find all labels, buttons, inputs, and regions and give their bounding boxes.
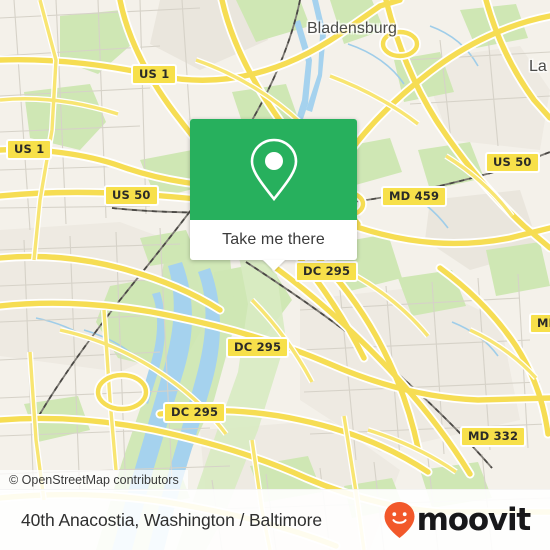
- moovit-smiley-pin-icon: [384, 502, 415, 538]
- station-callout[interactable]: Take me there: [190, 119, 357, 271]
- road-shield: MD 332: [460, 426, 527, 447]
- road-shield: DC 295: [226, 337, 290, 358]
- moovit-wordmark: moovit: [416, 501, 532, 538]
- map-attribution[interactable]: © OpenStreetMap contributors: [0, 470, 188, 491]
- footer-bar: 40th Anacostia, Washington / Baltimore m…: [0, 489, 550, 550]
- map-canvas[interactable]: [0, 0, 550, 550]
- road-shield: DC 295: [295, 261, 359, 282]
- take-me-there-label: Take me there: [222, 231, 325, 248]
- road-shield: MD 704: [529, 313, 550, 334]
- road-shield: US 50: [485, 152, 540, 173]
- callout-action-panel[interactable]: Take me there: [190, 220, 357, 271]
- road-shield: US 50: [104, 185, 159, 206]
- callout-tail-icon: [262, 260, 285, 271]
- station-title: 40th Anacostia, Washington / Baltimore: [21, 509, 322, 530]
- road-shield: US 1: [131, 64, 178, 85]
- road-shield: US 1: [6, 139, 53, 160]
- moovit-logo[interactable]: moovit: [383, 501, 532, 539]
- map-vector-layer: [0, 0, 550, 550]
- callout-pin-panel: [190, 119, 357, 220]
- map-screen: US 1 US 1 US 50 US 50 MD 459 DC 295 DC 295 DC 2…: [0, 0, 550, 550]
- place-label: Bladensburg: [307, 20, 397, 37]
- road-shield: DC 295: [163, 402, 227, 423]
- place-label: La: [529, 58, 547, 75]
- map-pin-icon: [250, 138, 297, 201]
- road-shield: MD 459: [381, 186, 448, 207]
